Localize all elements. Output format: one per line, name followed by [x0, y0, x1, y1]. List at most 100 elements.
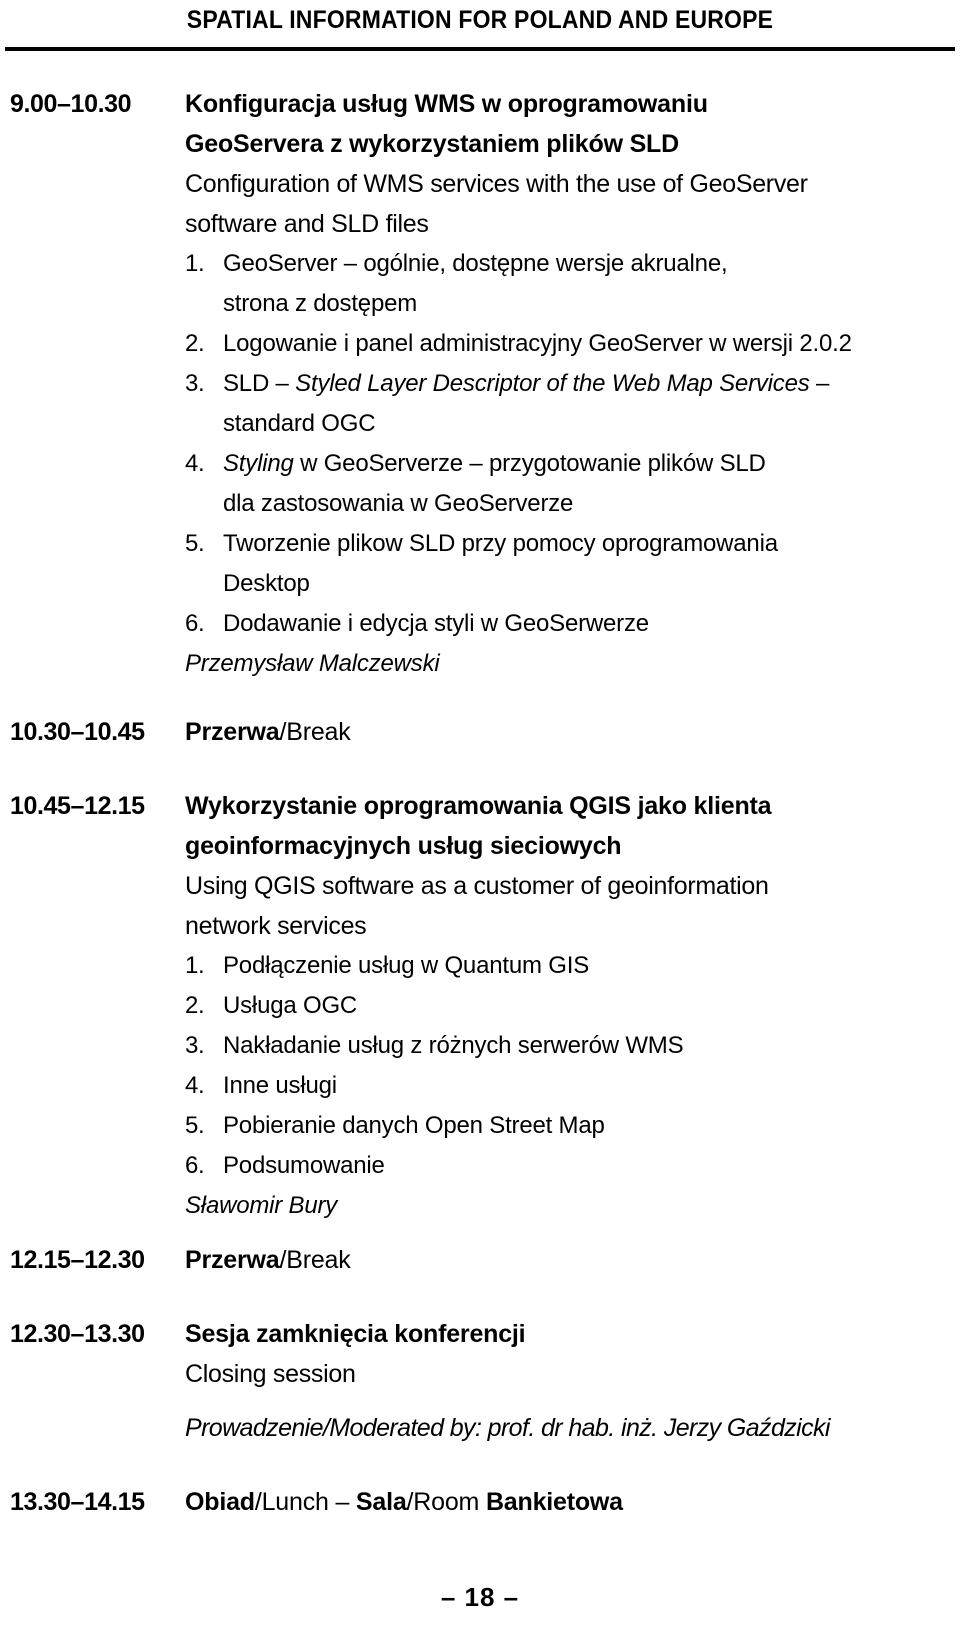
topic-text: Inne usługi — [223, 1072, 337, 1099]
entry-time: 10.45–12.15 — [10, 792, 145, 820]
topic-text: Podłączenie usług w Quantum GIS — [223, 952, 589, 979]
topic-text-prefix: SLD – — [223, 370, 296, 397]
topic-number: 6. — [185, 1152, 205, 1179]
lunch-label-pl: Obiad — [185, 1488, 255, 1516]
entry-moderator: Prowadzenie/Moderated by: prof. dr hab. … — [185, 1414, 830, 1442]
schedule-entry: 12.15–12.30 Przerwa/Break — [0, 1240, 960, 1280]
entry-body: Przerwa/Break — [185, 1240, 960, 1280]
break-label-en: /Break — [279, 1246, 351, 1274]
entry-time: 9.00–10.30 — [10, 90, 132, 118]
page-number: – 18 – — [440, 1582, 520, 1612]
topic-text-line2: dla zastosowania w GeoServerze — [223, 490, 574, 517]
entry-body: Obiad/Lunch – Sala/Room Bankietowa — [185, 1482, 960, 1522]
break-label-en: /Break — [279, 718, 351, 746]
topic-text-line1: w GeoServerze – przygotowanie plików SLD — [293, 450, 766, 477]
entry-title-en-line1: Closing session — [185, 1360, 356, 1388]
lunch-label-en: /Lunch – — [254, 1488, 356, 1516]
list-item: 1. Podłączenie usług w Quantum GIS — [185, 946, 954, 986]
header-divider-rule — [5, 47, 955, 51]
list-item: 5. Tworzenie plikow SLD przy pomocy opro… — [185, 524, 954, 604]
list-item: 2. Usługa OGC — [185, 986, 954, 1026]
schedule-entry: 10.30–10.45 Przerwa/Break — [0, 712, 960, 752]
topic-text-italic: Styling — [223, 450, 294, 477]
entry-title-en-line2: software and SLD files — [185, 210, 429, 238]
topic-number: 3. — [185, 370, 205, 397]
entry-time: 12.15–12.30 — [10, 1246, 145, 1274]
topic-number: 1. — [185, 250, 205, 277]
topic-text-line1: Tworzenie plikow SLD przy pomocy oprogra… — [223, 530, 778, 557]
topic-text: GeoServer – ogólnie, dostępne wersje akr… — [223, 244, 954, 324]
document-page: SPATIAL INFORMATION FOR POLAND AND EUROP… — [0, 0, 960, 1631]
entry-time: 12.30–13.30 — [10, 1320, 145, 1348]
entry-title-en-line2: network services — [185, 912, 367, 940]
topic-text: Dodawanie i edycja styli w GeoSerwerze — [223, 610, 649, 637]
list-item: 6. Dodawanie i edycja styli w GeoSerwerz… — [185, 604, 954, 644]
topic-number: 2. — [185, 992, 205, 1019]
entry-body: Przerwa/Break — [185, 712, 960, 752]
topic-text: Tworzenie plikow SLD przy pomocy oprogra… — [223, 524, 954, 604]
list-item: 3. SLD – Styled Layer Descriptor of the … — [185, 364, 954, 444]
topic-number: 3. — [185, 1032, 205, 1059]
schedule-entry: 9.00–10.30 Konfiguracja usług WMS w opro… — [0, 84, 960, 684]
list-item: 2. Logowanie i panel administracyjny Geo… — [185, 324, 954, 364]
room-label-pl: Sala — [355, 1488, 407, 1516]
entry-body: Sesja zamknięcia konferencji Closing ses… — [185, 1314, 960, 1448]
entry-title-pl-line2: GeoServera z wykorzystaniem plików SLD — [185, 130, 679, 158]
topic-text: Styling w GeoServerze – przygotowanie pl… — [223, 444, 954, 524]
list-item: 6. Podsumowanie — [185, 1146, 954, 1186]
topic-text: SLD – Styled Layer Descriptor of the Web… — [223, 364, 954, 444]
topic-text-line1: GeoServer – ogólnie, dostępne wersje akr… — [223, 250, 728, 277]
entry-title-pl-line1: Wykorzystanie oprogramowania QGIS jako k… — [185, 792, 772, 820]
topic-text: Podsumowanie — [223, 1152, 385, 1179]
topic-number: 4. — [185, 450, 205, 477]
topic-text: Nakładanie usług z różnych serwerów WMS — [223, 1032, 684, 1059]
topic-text: Pobieranie danych Open Street Map — [223, 1112, 605, 1139]
topic-list: 1. Podłączenie usług w Quantum GIS 2. Us… — [185, 946, 954, 1186]
entry-speaker: Sławomir Bury — [185, 1192, 338, 1219]
schedule-entry: 12.30–13.30 Sesja zamknięcia konferencji… — [0, 1314, 960, 1448]
entry-title-pl-line2: geoinformacyjnych usług sieciowych — [185, 832, 622, 860]
topic-text-line2: strona z dostępem — [223, 290, 418, 317]
break-label-pl: Przerwa — [185, 1246, 280, 1274]
schedule-entry: 10.45–12.15 Wykorzystanie oprogramowania… — [0, 786, 960, 1226]
topic-text-line2: Desktop — [223, 570, 310, 597]
running-header: SPATIAL INFORMATION FOR POLAND AND EUROP… — [186, 6, 774, 34]
topic-text-line2: standard OGC — [223, 410, 376, 437]
topic-number: 5. — [185, 1112, 205, 1139]
room-label-en: /Room — [406, 1488, 486, 1516]
conference-schedule: 9.00–10.30 Konfiguracja usług WMS w opro… — [0, 84, 960, 1522]
topic-number: 1. — [185, 952, 205, 979]
topic-list: 1. GeoServer – ogólnie, dostępne wersje … — [185, 244, 954, 644]
topic-text-italic: Styled Layer Descriptor of the Web Map S… — [295, 370, 810, 397]
entry-speaker: Przemysław Malczewski — [185, 650, 440, 677]
topic-number: 2. — [185, 330, 205, 357]
list-item: 5. Pobieranie danych Open Street Map — [185, 1106, 954, 1146]
list-item: 3. Nakładanie usług z różnych serwerów W… — [185, 1026, 954, 1066]
entry-title-en-line1: Configuration of WMS services with the u… — [185, 170, 808, 198]
break-line: Przerwa/Break — [185, 712, 954, 752]
list-item: 4. Styling w GeoServerze – przygotowanie… — [185, 444, 954, 524]
list-item: 4. Inne usługi — [185, 1066, 954, 1106]
topic-number: 6. — [185, 610, 205, 637]
entry-body: Wykorzystanie oprogramowania QGIS jako k… — [185, 786, 960, 1226]
entry-title-en-line1: Using QGIS software as a customer of geo… — [185, 872, 769, 900]
topic-number: 5. — [185, 530, 205, 557]
break-line: Przerwa/Break — [185, 1240, 954, 1280]
topic-text: Usługa OGC — [223, 992, 358, 1019]
entry-title-pl-line1: Sesja zamknięcia konferencji — [185, 1320, 526, 1348]
list-item: 1. GeoServer – ogólnie, dostępne wersje … — [185, 244, 954, 324]
topic-number: 4. — [185, 1072, 205, 1099]
schedule-entry: 13.30–14.15 Obiad/Lunch – Sala/Room Bank… — [0, 1482, 960, 1522]
entry-title-pl-line1: Konfiguracja usług WMS w oprogramowaniu — [185, 90, 708, 118]
topic-text-suffix: – — [809, 370, 830, 397]
lunch-line: Obiad/Lunch – Sala/Room Bankietowa — [185, 1482, 954, 1522]
topic-text: Logowanie i panel administracyjny GeoSer… — [223, 330, 852, 357]
entry-time: 10.30–10.45 — [10, 718, 145, 746]
room-name: Bankietowa — [485, 1488, 623, 1516]
